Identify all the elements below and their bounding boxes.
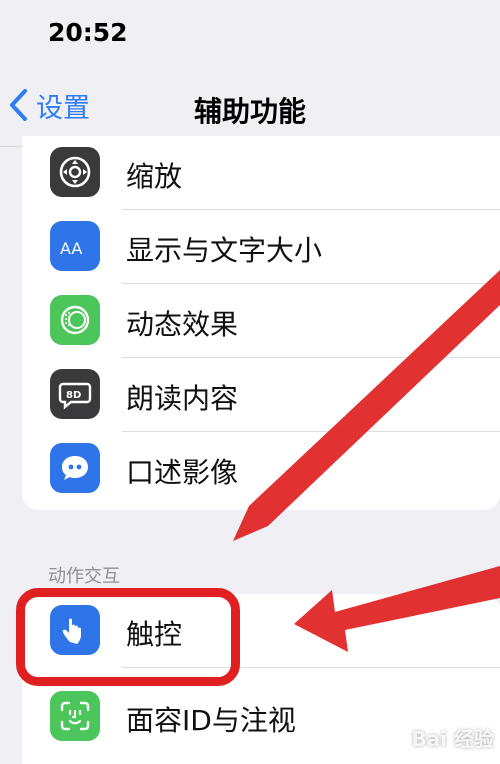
page-title: 辅助功能 bbox=[193, 95, 306, 128]
settings-row-display-text-size[interactable]: AA 显示与文字大小 bbox=[22, 210, 500, 284]
settings-row-spoken-content[interactable]: 8D 朗读内容 bbox=[22, 358, 500, 432]
settings-row-touch[interactable]: 触控 bbox=[22, 594, 500, 668]
status-bar: 20:52 bbox=[0, 0, 500, 64]
settings-row-label: 触控 bbox=[126, 618, 183, 651]
watermark: Bai 经验 bbox=[411, 727, 494, 751]
svg-text:AA: AA bbox=[60, 239, 82, 258]
settings-row-label: 口述影像 bbox=[126, 456, 239, 489]
row-divider bbox=[122, 667, 500, 668]
navigation-bar: 设置 辅助功能 bbox=[0, 64, 500, 147]
settings-row-label: 面容ID与注视 bbox=[126, 704, 296, 737]
face-id-icon bbox=[50, 691, 100, 741]
touch-hand-icon bbox=[50, 605, 100, 655]
zoom-icon bbox=[50, 147, 100, 197]
settings-row-label: 缩放 bbox=[126, 160, 183, 193]
settings-row-motion[interactable]: 动态效果 bbox=[22, 284, 500, 358]
text-size-icon: AA bbox=[50, 221, 100, 271]
settings-row-label: 显示与文字大小 bbox=[126, 234, 323, 267]
settings-row-audio-descriptions[interactable]: 口述影像 bbox=[22, 432, 500, 506]
audio-description-icon bbox=[50, 443, 100, 493]
svg-text:8D: 8D bbox=[66, 390, 81, 401]
speech-icon: 8D bbox=[50, 369, 100, 419]
settings-row-label: 朗读内容 bbox=[126, 382, 239, 415]
motion-icon bbox=[50, 295, 100, 345]
settings-row-zoom[interactable]: 缩放 bbox=[22, 136, 500, 210]
settings-row-label: 动态效果 bbox=[126, 308, 239, 341]
status-time: 20:52 bbox=[48, 18, 128, 47]
section-header-physical-motor: 动作交互 bbox=[48, 566, 120, 587]
vision-settings-group: 缩放 AA 显示与文字大小 动态效果 8D 朗读内容 口述影像 bbox=[22, 136, 500, 510]
